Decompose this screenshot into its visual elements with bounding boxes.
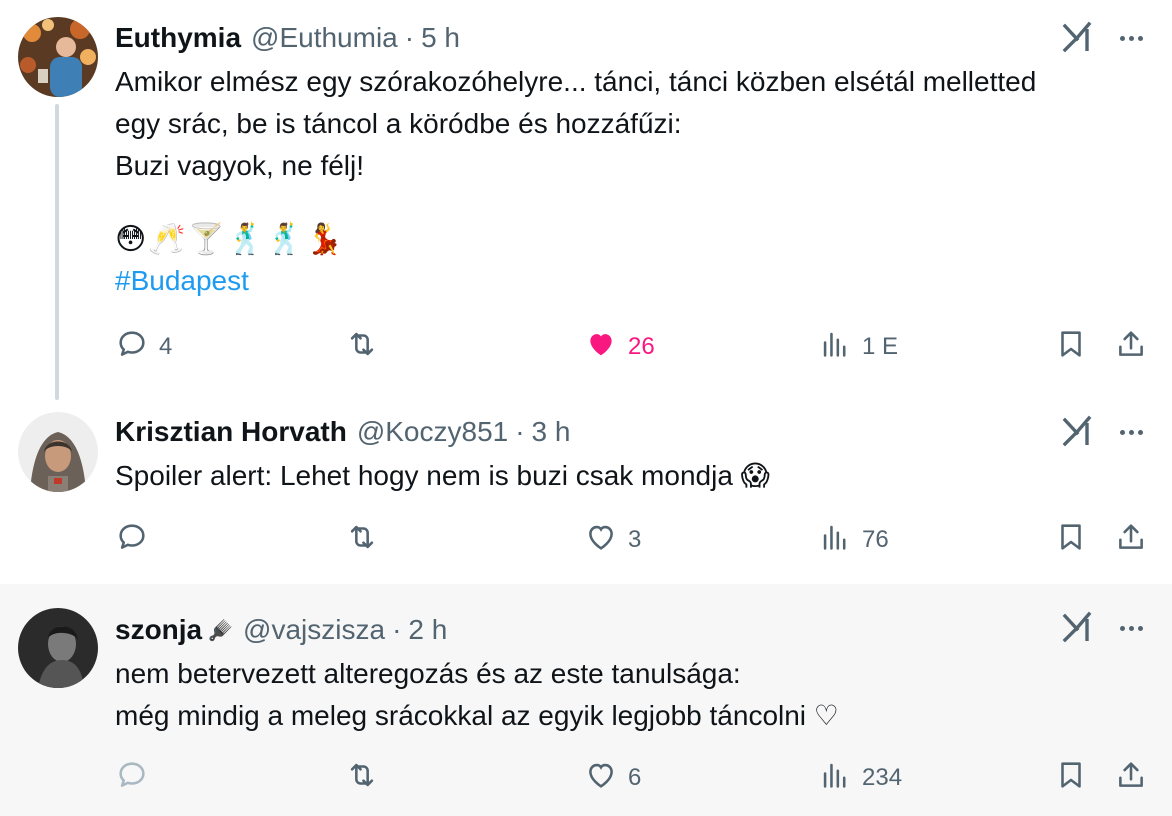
author-handle[interactable]: @vajszisza — [243, 614, 385, 646]
views-count: 234 — [862, 764, 903, 791]
separator-dot: · — [515, 416, 525, 447]
name-emoji: 🪮 — [208, 619, 234, 642]
reply-button[interactable] — [115, 520, 159, 560]
avatar-krisztian[interactable] — [18, 412, 98, 492]
author-name[interactable]: Krisztian Horvath — [115, 416, 347, 448]
views-button[interactable]: 1 E — [818, 327, 898, 367]
reply-icon — [115, 758, 149, 799]
more-icon[interactable] — [1114, 20, 1148, 56]
views-count: 1 E — [862, 333, 899, 360]
separator-dot: · — [404, 22, 415, 53]
bookmark-button[interactable] — [1054, 520, 1088, 560]
retweet-button[interactable] — [345, 758, 389, 798]
reply-button[interactable]: 4 — [115, 327, 172, 367]
heart-icon — [584, 520, 618, 561]
more-icon[interactable] — [1114, 414, 1148, 450]
tweet-header: szonja 🪮 @vajszisza · 2 h — [115, 612, 447, 648]
retweet-icon — [345, 327, 379, 368]
bookmark-icon — [1054, 520, 1088, 561]
action-bar: 3 76 — [0, 520, 1172, 560]
bookmark-icon — [1054, 327, 1088, 368]
like-button[interactable]: 26 — [584, 327, 655, 367]
tweet-3[interactable]: szonja 🪮 @vajszisza · 2 h nem betervezet… — [0, 584, 1172, 816]
tweet-text: Spoiler alert: Lehet hogy nem is buzi cs… — [115, 455, 1155, 497]
tweet-text: nem betervezett alteregozás és az este t… — [115, 653, 1155, 737]
heart-icon — [584, 327, 618, 368]
hashtag-link[interactable]: #Budapest — [115, 265, 249, 297]
like-count: 3 — [628, 526, 642, 553]
tweet-text-line: egy srác, be is táncol a köródbe és hozz… — [115, 108, 682, 139]
views-icon — [818, 327, 852, 368]
author-name[interactable]: Euthymia — [115, 22, 241, 54]
share-button[interactable] — [1114, 758, 1148, 798]
author-handle[interactable]: @Euthumia — [251, 22, 398, 54]
views-button[interactable]: 76 — [818, 520, 889, 560]
tweet-text-line: Spoiler alert: Lehet hogy nem is buzi cs… — [115, 460, 770, 491]
grok-icon[interactable] — [1060, 610, 1096, 646]
timestamp[interactable]: 3 h — [532, 416, 571, 448]
bookmark-button[interactable] — [1054, 758, 1088, 798]
bookmark-icon — [1054, 758, 1088, 799]
tweet-header: Euthymia @Euthumia · 5 h — [115, 20, 460, 56]
like-button[interactable]: 3 — [584, 520, 641, 560]
grok-icon[interactable] — [1060, 414, 1096, 450]
reply-icon — [115, 520, 149, 561]
retweet-icon — [345, 520, 379, 561]
tweet-1[interactable]: Euthymia @Euthumia · 5 h Amikor elmész e… — [0, 0, 1172, 400]
like-count: 26 — [628, 333, 655, 360]
reply-count: 4 — [159, 333, 173, 360]
tweet-text: Amikor elmész egy szórakozóhelyre... tán… — [115, 61, 1155, 187]
tweet-text-line: Amikor elmész egy szórakozóhelyre... tán… — [115, 66, 1037, 97]
action-bar: 4 26 1 E — [0, 327, 1172, 367]
views-icon — [818, 520, 852, 561]
retweet-icon — [345, 758, 379, 799]
tweet-header: Krisztian Horvath @Koczy851 · 3 h — [115, 414, 570, 450]
avatar-euthymia[interactable] — [18, 17, 98, 97]
share-button[interactable] — [1114, 520, 1148, 560]
share-icon — [1114, 327, 1148, 368]
more-icon[interactable] — [1114, 610, 1148, 646]
views-icon — [818, 758, 852, 799]
avatar-szonja[interactable] — [18, 608, 98, 688]
action-bar: 6 234 — [0, 758, 1172, 798]
heart-icon — [584, 758, 618, 799]
bookmark-button[interactable] — [1054, 327, 1088, 367]
timestamp[interactable]: 5 h — [421, 22, 460, 54]
like-count: 6 — [628, 764, 642, 791]
views-count: 76 — [862, 526, 889, 553]
share-button[interactable] — [1114, 327, 1148, 367]
share-icon — [1114, 758, 1148, 799]
author-name[interactable]: szonja — [115, 614, 202, 646]
tweet-2[interactable]: Krisztian Horvath @Koczy851 · 3 h Spoile… — [0, 398, 1172, 584]
timestamp[interactable]: 2 h — [408, 614, 447, 646]
retweet-button[interactable] — [345, 327, 389, 367]
tweet-text-line: nem betervezett alteregozás és az este t… — [115, 658, 741, 689]
emoji-row: 😳🥂🍸🕺🕺💃 — [115, 223, 346, 256]
reply-button[interactable] — [115, 758, 159, 798]
reply-icon — [115, 327, 149, 368]
views-button[interactable]: 234 — [818, 758, 902, 798]
grok-icon[interactable] — [1060, 20, 1096, 56]
separator-dot: · — [392, 614, 402, 645]
tweet-text-line: még mindig a meleg srácokkal az egyik le… — [115, 700, 839, 731]
author-handle[interactable]: @Koczy851 — [357, 416, 508, 448]
like-button[interactable]: 6 — [584, 758, 641, 798]
share-icon — [1114, 520, 1148, 561]
retweet-button[interactable] — [345, 520, 389, 560]
tweet-text-line: Buzi vagyok, ne félj! — [115, 150, 365, 181]
